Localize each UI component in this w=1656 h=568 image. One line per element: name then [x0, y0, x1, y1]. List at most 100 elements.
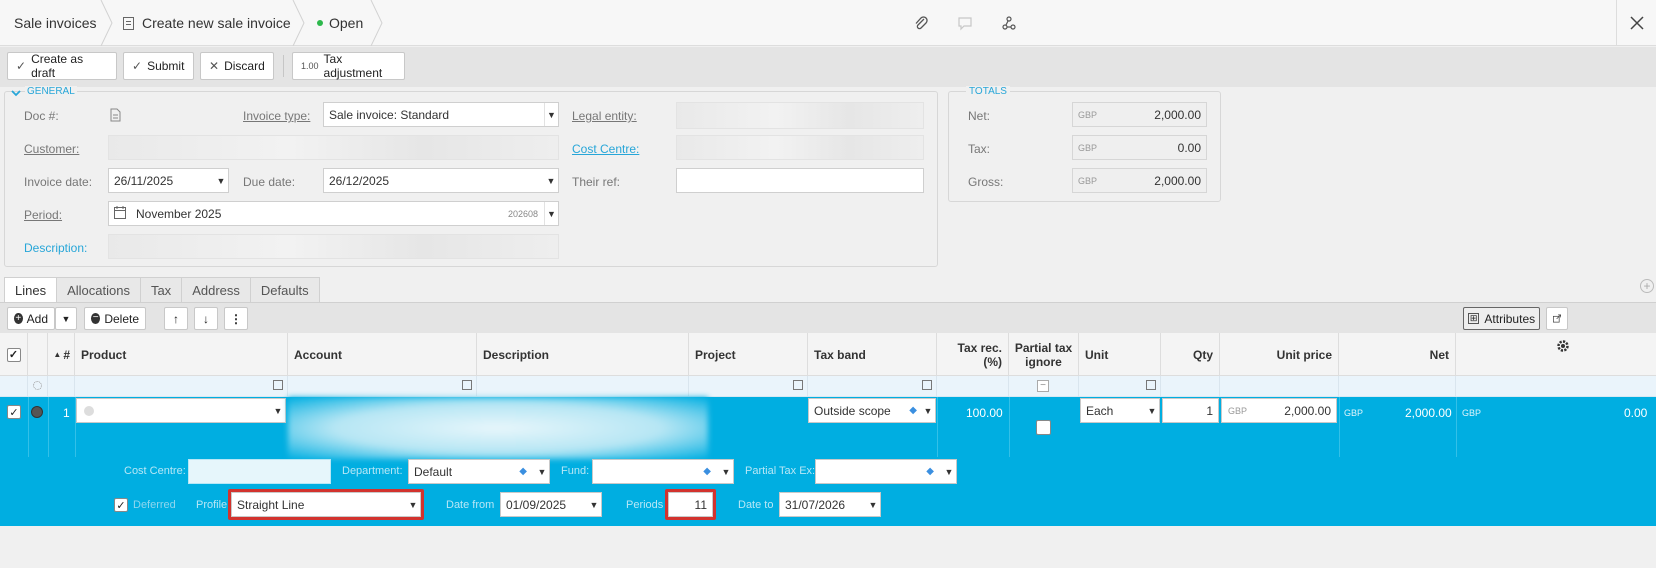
external-link-icon[interactable] [1146, 380, 1156, 390]
close-button[interactable] [1616, 0, 1656, 46]
tab-lines[interactable]: Lines [4, 277, 58, 302]
arrow-up-icon: ↑ [173, 311, 179, 326]
filter-product[interactable] [75, 376, 288, 397]
line-cost-centre-field[interactable] [188, 459, 331, 484]
column-header-unit-price[interactable]: Unit price [1220, 333, 1339, 376]
status-badge: Open [317, 0, 363, 46]
cost-centre-field[interactable] [676, 135, 924, 160]
column-header-description[interactable]: Description [477, 333, 689, 376]
discard-button[interactable]: ✕ Discard [200, 52, 274, 80]
calendar-icon [114, 205, 126, 222]
popout-button[interactable] [1546, 307, 1568, 330]
column-label: # [63, 347, 70, 362]
column-header-unit[interactable]: Unit [1079, 333, 1161, 376]
breadcrumb-separator [292, 0, 306, 46]
column-header-partial-tax-ignore[interactable]: Partial tax ignore [1009, 333, 1079, 376]
partial-tax-ex-select[interactable]: ◆ ▼ [815, 459, 957, 484]
filter-tax-band[interactable] [808, 376, 937, 397]
create-as-draft-button[interactable]: ✓ Create as draft [7, 52, 117, 80]
legal-entity-field[interactable] [676, 102, 924, 129]
move-down-button[interactable]: ↓ [194, 307, 218, 330]
filter-project[interactable] [689, 376, 808, 397]
external-link-icon[interactable] [793, 380, 803, 390]
submit-button[interactable]: ✓ Submit [123, 52, 194, 80]
invoice-date-field[interactable]: 26/11/2025 ▼ [108, 168, 229, 193]
external-link-icon[interactable] [922, 380, 932, 390]
breadcrumb-separator [370, 0, 384, 46]
date-from-field[interactable]: 01/09/2025 ▼ [500, 492, 602, 517]
row-status-icon [31, 406, 43, 418]
column-header-project[interactable]: Project [689, 333, 808, 376]
invoice-type-label[interactable]: Invoice type: [243, 109, 310, 123]
column-header-account[interactable]: Account [288, 333, 477, 376]
column-header-qty[interactable]: Qty [1161, 333, 1220, 376]
department-select[interactable]: Default ◆ ▼ [408, 459, 550, 484]
move-up-button[interactable]: ↑ [164, 307, 188, 330]
select-all-header[interactable]: ✓ [0, 333, 28, 376]
dropdown-arrow-icon: ▼ [216, 175, 226, 186]
profile-select[interactable]: Straight Line ▼ [231, 492, 421, 517]
filter-partial-tax[interactable]: − [1009, 376, 1079, 397]
more-options-button[interactable]: ⋮ [224, 307, 248, 330]
comment-icon[interactable] [956, 14, 974, 32]
due-date-field[interactable]: 26/12/2025 ▼ [323, 168, 559, 193]
tab-address[interactable]: Address [181, 277, 251, 302]
tax-adjustment-button[interactable]: 1.00 Tax adjustment [292, 52, 405, 80]
cost-centre-label[interactable]: Cost Centre: [572, 142, 639, 156]
filter-description[interactable] [477, 376, 689, 397]
product-select[interactable]: ▼ [76, 398, 286, 423]
breadcrumb-sale-invoices[interactable]: Sale invoices [14, 0, 97, 46]
collapse-chevron-icon[interactable] [11, 88, 21, 101]
button-label: Delete [104, 311, 139, 326]
dropdown-arrow-icon: ▼ [61, 313, 71, 324]
grid-footer [0, 526, 1656, 568]
filter-cell [48, 376, 75, 397]
table-row-selected[interactable]: ✓ 1 ▼ Outside scope ◆ ▼ 100.00 Each ▼ 1 … [0, 397, 1656, 526]
column-header-tax-band[interactable]: Tax band [808, 333, 937, 376]
customer-label[interactable]: Customer: [24, 142, 79, 156]
customer-field[interactable] [108, 135, 559, 160]
deferred-checkbox[interactable]: ✓ [114, 498, 128, 512]
add-circle-icon[interactable]: + [1640, 279, 1654, 293]
attributes-button[interactable]: ⊞ Attributes [1463, 307, 1540, 330]
external-link-icon[interactable] [273, 380, 283, 390]
column-header-number[interactable]: ▲ # [48, 333, 75, 376]
indeterminate-checkbox[interactable]: − [1037, 380, 1049, 392]
unit-price-input[interactable]: GBP 2,000.00 [1221, 398, 1337, 423]
general-section-title: GENERAL [25, 86, 77, 97]
period-label[interactable]: Period: [24, 208, 62, 222]
grid-settings-gear-icon[interactable] [1556, 339, 1570, 356]
add-dropdown-button[interactable]: ▼ [55, 307, 77, 330]
unit-select[interactable]: Each ▼ [1080, 398, 1160, 423]
description-field[interactable] [108, 234, 559, 259]
filter-unit[interactable] [1079, 376, 1161, 397]
qty-input[interactable]: 1 [1162, 398, 1219, 423]
column-header-tax-rec[interactable]: Tax rec. (%) [937, 333, 1009, 376]
tab-defaults[interactable]: Defaults [249, 277, 320, 302]
tab-allocations[interactable]: Allocations [56, 277, 141, 302]
select-all-checkbox[interactable]: ✓ [6, 347, 21, 362]
dropdown-arrow-icon: ▼ [923, 405, 933, 416]
legal-entity-label[interactable]: Legal entity: [572, 109, 637, 123]
column-header-net[interactable]: Net [1339, 333, 1456, 376]
paperclip-icon[interactable] [912, 14, 930, 32]
add-line-button[interactable]: + Add [7, 307, 55, 330]
tab-tax[interactable]: Tax [139, 277, 183, 302]
row-checkbox[interactable]: ✓ [7, 405, 21, 419]
periods-input[interactable]: 11 [668, 492, 713, 517]
date-to-field[interactable]: 31/07/2026 ▼ [779, 492, 881, 517]
their-ref-input[interactable] [676, 168, 924, 193]
filter-account[interactable] [288, 376, 477, 397]
breadcrumb-create-invoice[interactable]: Create new sale invoice [123, 0, 291, 46]
input-value: 1 [1206, 403, 1213, 418]
tax-band-select[interactable]: Outside scope ◆ ▼ [808, 398, 936, 423]
fund-select[interactable]: ◆ ▼ [592, 459, 734, 484]
workflow-icon[interactable] [1000, 14, 1018, 32]
delete-line-button[interactable]: − Delete [84, 307, 146, 330]
external-link-icon[interactable] [462, 380, 472, 390]
partial-tax-ignore-checkbox[interactable] [1036, 420, 1051, 435]
column-header-product[interactable]: Product [75, 333, 288, 376]
button-label: Add [26, 311, 48, 326]
period-select[interactable]: November 2025 202608 ▼ [108, 201, 559, 226]
invoice-type-select[interactable]: Sale invoice: Standard ▼ [323, 102, 559, 127]
